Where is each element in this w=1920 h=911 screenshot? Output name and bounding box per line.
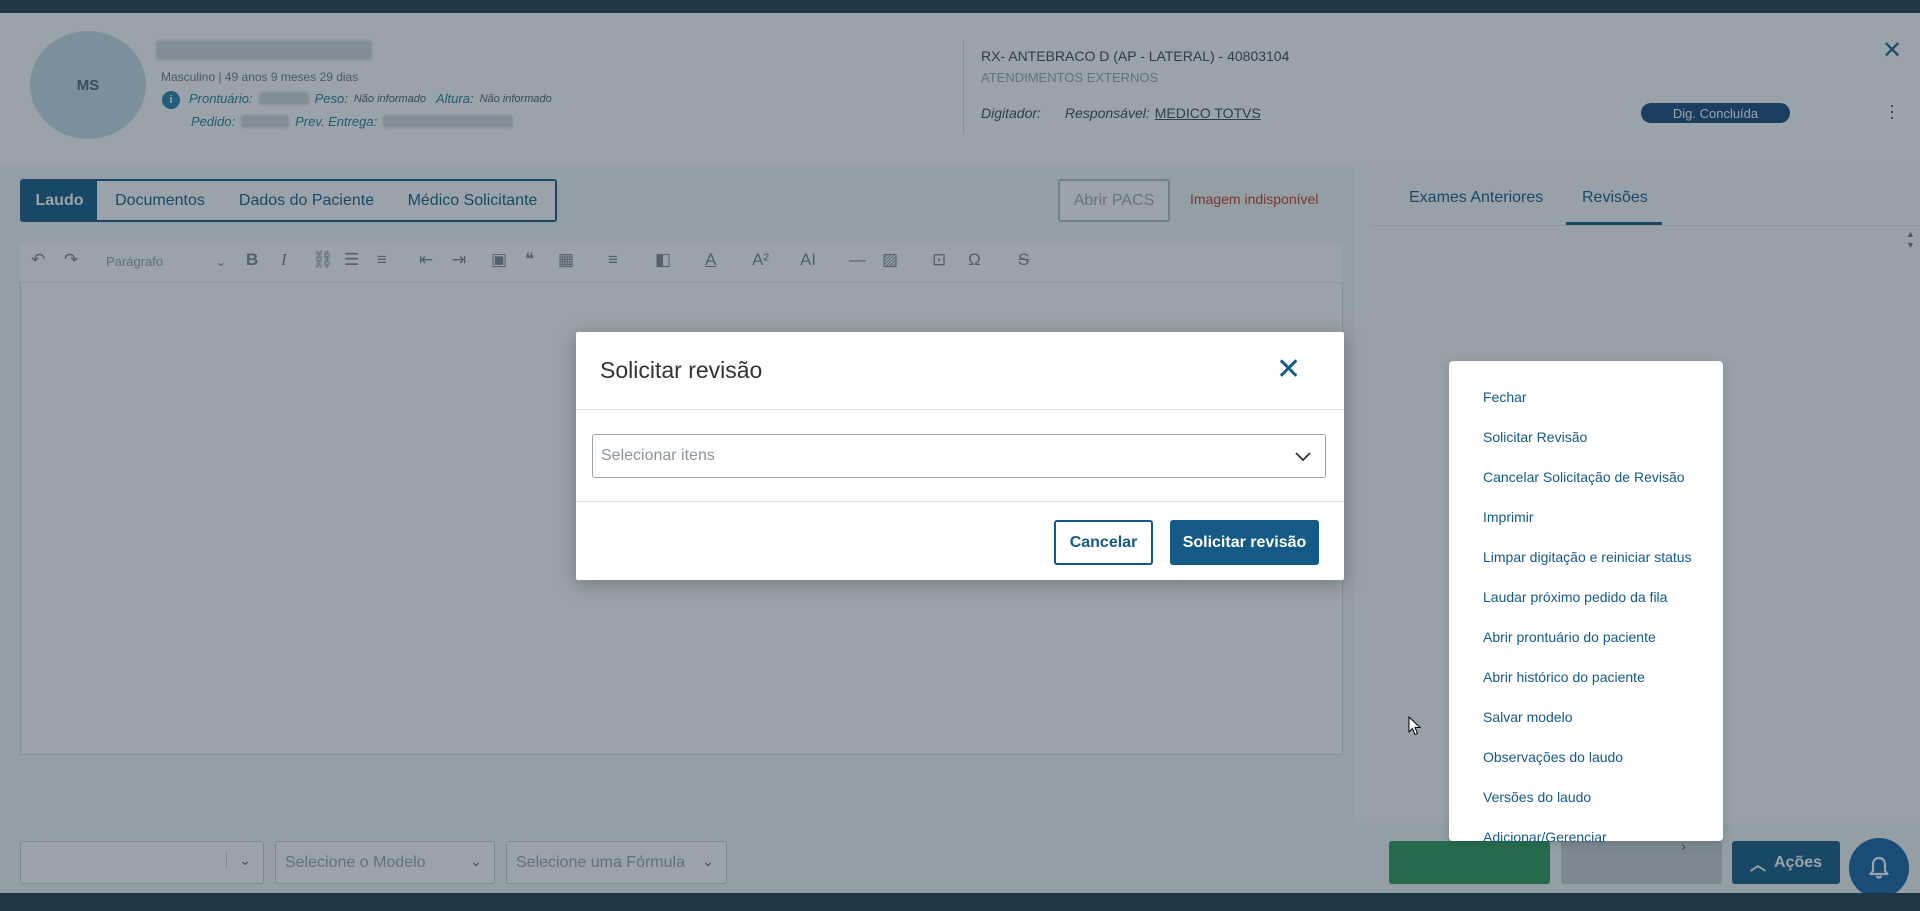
- chevron-right-icon: ›: [1681, 838, 1686, 854]
- cancel-button[interactable]: Cancelar: [1054, 520, 1153, 565]
- modal-divider: [576, 409, 1344, 410]
- menu-item-cancelar-solicitacao[interactable]: Cancelar Solicitação de Revisão: [1483, 469, 1685, 485]
- menu-item-fechar[interactable]: Fechar: [1483, 389, 1527, 405]
- actions-menu: Fechar Solicitar Revisão Cancelar Solici…: [1449, 361, 1723, 854]
- items-select-placeholder: Selecionar itens: [601, 447, 715, 464]
- modal-divider: [576, 501, 1344, 502]
- items-select[interactable]: Selecionar itens: [592, 434, 1326, 478]
- modal-title: Solicitar revisão: [600, 357, 763, 383]
- chevron-down-icon: [1295, 452, 1311, 462]
- menu-item-abrir-historico[interactable]: Abrir histórico do paciente: [1483, 669, 1645, 685]
- menu-item-solicitar-revisao[interactable]: Solicitar Revisão: [1483, 429, 1587, 445]
- mouse-cursor-icon: [1408, 716, 1422, 736]
- menu-item-abrir-prontuario[interactable]: Abrir prontuário do paciente: [1483, 629, 1656, 645]
- menu-item-limpar-digitacao[interactable]: Limpar digitação e reiniciar status: [1483, 549, 1692, 565]
- close-icon[interactable]: ✕: [1276, 352, 1301, 387]
- menu-item-versoes[interactable]: Versões do laudo: [1483, 789, 1591, 805]
- request-review-button[interactable]: Solicitar revisão: [1170, 520, 1319, 565]
- menu-item-laudar-proximo[interactable]: Laudar próximo pedido da fila: [1483, 589, 1667, 605]
- request-review-modal: Solicitar revisão ✕ Selecionar itens Can…: [576, 332, 1344, 580]
- menu-item-adicionar-gerenciar[interactable]: Adicionar/Gerenciar: [1483, 829, 1607, 845]
- menu-item-salvar-modelo[interactable]: Salvar modelo: [1483, 709, 1573, 725]
- menu-item-observacoes[interactable]: Observações do laudo: [1483, 749, 1623, 765]
- menu-item-imprimir[interactable]: Imprimir: [1483, 509, 1534, 525]
